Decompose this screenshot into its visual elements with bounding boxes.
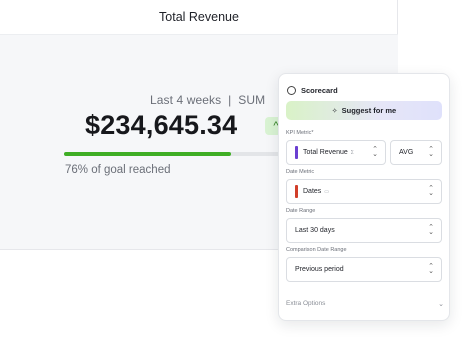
panel-header: Scorecard xyxy=(287,83,338,97)
date-range-label: Date Range xyxy=(286,208,316,214)
period-label: Last 4 weeks xyxy=(150,93,222,107)
aggregation-value: AVG xyxy=(399,149,414,156)
aggregation-select[interactable]: AVG ⌃ ⌄ xyxy=(390,140,442,165)
kpi-color-tag xyxy=(295,146,298,159)
date-metric-select[interactable]: Dates ▭ ⌃ ⌄ xyxy=(286,179,442,204)
extra-options-toggle[interactable]: Extra Options ⌄ xyxy=(286,300,444,308)
suggest-button-label: Suggest for me xyxy=(341,106,397,115)
goal-text: 76% of goal reached xyxy=(65,164,171,176)
suggest-button[interactable]: ✧ Suggest for me xyxy=(286,101,442,120)
date-metric-label: Date Metric xyxy=(286,169,315,175)
kpi-value: $234,645.34 xyxy=(85,110,238,140)
chevron-updown-icon: ⌃ ⌄ xyxy=(428,263,434,275)
date-metric-value: Dates xyxy=(303,188,322,195)
chevron-down-icon: ⌄ xyxy=(438,301,444,308)
scorecard-settings-panel: Scorecard ✧ Suggest for me KPI Metric* T… xyxy=(278,73,450,321)
period-caption: Last 4 weeks | SUM xyxy=(150,93,265,107)
chevron-updown-icon: ⌃ ⌄ xyxy=(428,224,434,236)
kpi-metric-select[interactable]: Total Revenue Σ ⌃ ⌄ xyxy=(286,140,386,165)
widget-title: Total Revenue xyxy=(159,10,239,24)
date-range-value: Last 30 days xyxy=(295,227,335,234)
goal-progress-bar xyxy=(64,152,284,156)
comparison-range-select[interactable]: Previous period ⌃ ⌄ xyxy=(286,257,442,282)
extra-options-label: Extra Options xyxy=(286,300,326,307)
panel-title: Scorecard xyxy=(301,85,338,95)
goal-progress-fill xyxy=(64,152,232,156)
comparison-range-value: Previous period xyxy=(295,266,344,273)
date-range-select[interactable]: Last 30 days ⌃ ⌄ xyxy=(286,218,442,243)
chevron-updown-icon: ⌃ ⌄ xyxy=(428,185,434,197)
comparison-range-label: Comparison Date Range xyxy=(286,247,347,253)
magic-wand-icon: ✧ xyxy=(331,107,338,115)
calendar-icon: ▭ xyxy=(324,188,330,195)
period-separator: | xyxy=(224,93,235,107)
aggregation-label: SUM xyxy=(238,93,266,107)
kpi-metric-label: KPI Metric* xyxy=(286,130,314,136)
chevron-updown-icon: ⌃ ⌄ xyxy=(428,146,434,158)
kpi-metric-value: Total Revenue xyxy=(303,149,348,156)
sum-icon: Σ xyxy=(350,149,354,156)
date-color-tag xyxy=(295,185,298,198)
scorecard-icon xyxy=(287,85,296,95)
chevron-updown-icon: ⌃ ⌄ xyxy=(372,146,378,158)
